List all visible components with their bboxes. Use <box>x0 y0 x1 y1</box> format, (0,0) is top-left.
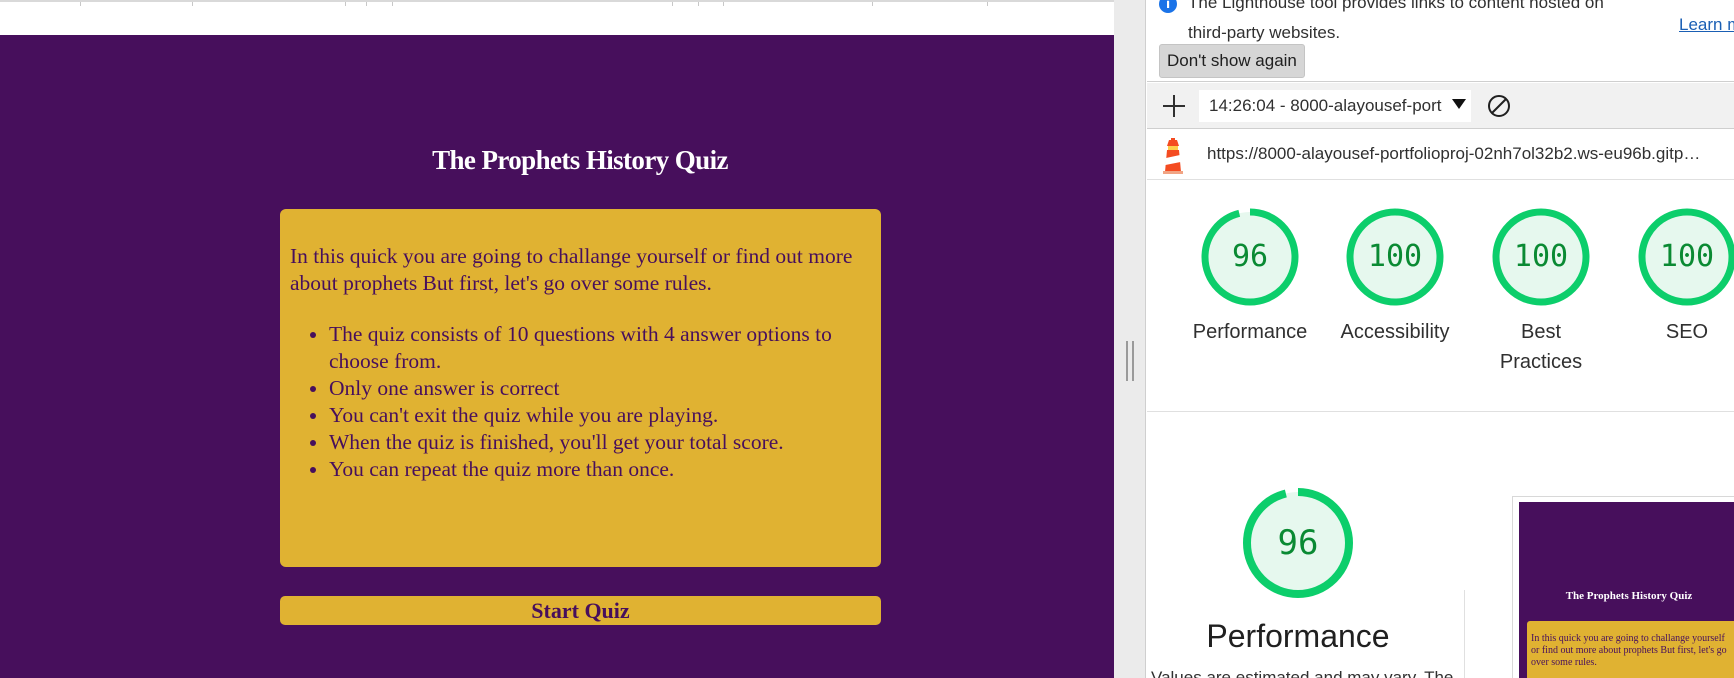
report-select-label: 14:26:04 - 8000-alayousef-port <box>1209 96 1442 115</box>
top-bar-tick <box>192 2 193 6</box>
caret-down-icon[interactable] <box>1452 99 1466 109</box>
score-value: 100 <box>1367 239 1423 274</box>
score-value: 100 <box>1513 239 1569 274</box>
lighthouse-icon <box>1163 138 1183 174</box>
score-value: 96 <box>1231 239 1269 274</box>
score-label: Best Practices <box>1499 321 1583 373</box>
rules-intro: In this quick you are going to challange… <box>290 244 853 295</box>
quiz-page: The Prophets History Quiz In this quick … <box>0 35 1114 678</box>
report-url: https://8000-alayousef-portfolioproj-02n… <box>1207 144 1701 163</box>
divider <box>1147 411 1734 412</box>
score-label: Performance <box>1192 321 1308 343</box>
rule-item: You can't exit the quiz while you are pl… <box>329 402 871 429</box>
thumbnail-rules-box: In this quick you are going to challange… <box>1527 621 1734 678</box>
thumbnail-title: The Prophets History Quiz <box>1565 590 1693 602</box>
learn-more-link[interactable]: Learn m <box>1679 15 1734 35</box>
rules-list: The quiz consists of 10 questions with 4… <box>290 321 871 483</box>
top-bar-tick <box>392 2 393 6</box>
score-label: SEO <box>1665 321 1709 343</box>
top-bar-tick <box>698 2 699 6</box>
block-icon[interactable] <box>1486 93 1512 119</box>
top-bar-tick <box>987 2 988 6</box>
info-text-line: The Lighthouse tool provides links to co… <box>1188 0 1604 12</box>
splitter-handle-icon[interactable] <box>1126 341 1134 381</box>
performance-heading: Performance <box>1206 618 1390 654</box>
top-bar-tick <box>80 2 81 6</box>
rule-item: Only one answer is correct <box>329 375 871 402</box>
info-icon: i <box>1159 0 1177 13</box>
score-label: Accessibility <box>1340 321 1450 343</box>
info-text: The Lighthouse tool provides links to co… <box>1188 0 1628 48</box>
top-bar-tick <box>672 2 673 6</box>
dont-show-again-button[interactable]: Don't show again <box>1159 44 1305 78</box>
top-bar-tick <box>872 2 873 6</box>
preview-top-bar <box>0 0 1114 35</box>
top-bar-tick <box>723 2 724 6</box>
lighthouse-toolbar: 14:26:04 - 8000-alayousef-port <box>1147 83 1734 129</box>
rule-item: You can repeat the quiz more than once. <box>329 456 871 483</box>
estimate-note: Values are estimated and may vary. The <box>1151 668 1454 678</box>
rule-item: When the quiz is finished, you'll get yo… <box>329 429 871 456</box>
report-url-bar: https://8000-alayousef-portfolioproj-02n… <box>1147 130 1734 180</box>
top-bar-tick <box>366 2 367 6</box>
performance-score-large: 96 <box>1277 523 1319 563</box>
divider <box>1464 590 1465 678</box>
rule-item: The quiz consists of 10 questions with 4… <box>329 321 871 375</box>
quiz-title: The Prophets History Quiz <box>432 145 728 175</box>
top-bar-tick <box>345 2 346 6</box>
score-value: 100 <box>1659 239 1715 274</box>
info-bar: i The Lighthouse tool provides links to … <box>1147 0 1734 82</box>
rules-box: In this quick you are going to challange… <box>280 209 881 567</box>
devtools-lighthouse-panel: i The Lighthouse tool provides links to … <box>1147 0 1734 678</box>
plus-icon[interactable] <box>1161 93 1187 119</box>
panel-splitter[interactable] <box>1114 0 1146 678</box>
page-preview: The Prophets History Quiz In this quick … <box>0 0 1114 678</box>
start-quiz-button[interactable]: Start Quiz <box>280 596 881 625</box>
screenshot-thumbnail[interactable]: The Prophets History Quiz In this quick … <box>1519 502 1734 678</box>
report-select[interactable]: 14:26:04 - 8000-alayousef-port <box>1199 90 1471 122</box>
